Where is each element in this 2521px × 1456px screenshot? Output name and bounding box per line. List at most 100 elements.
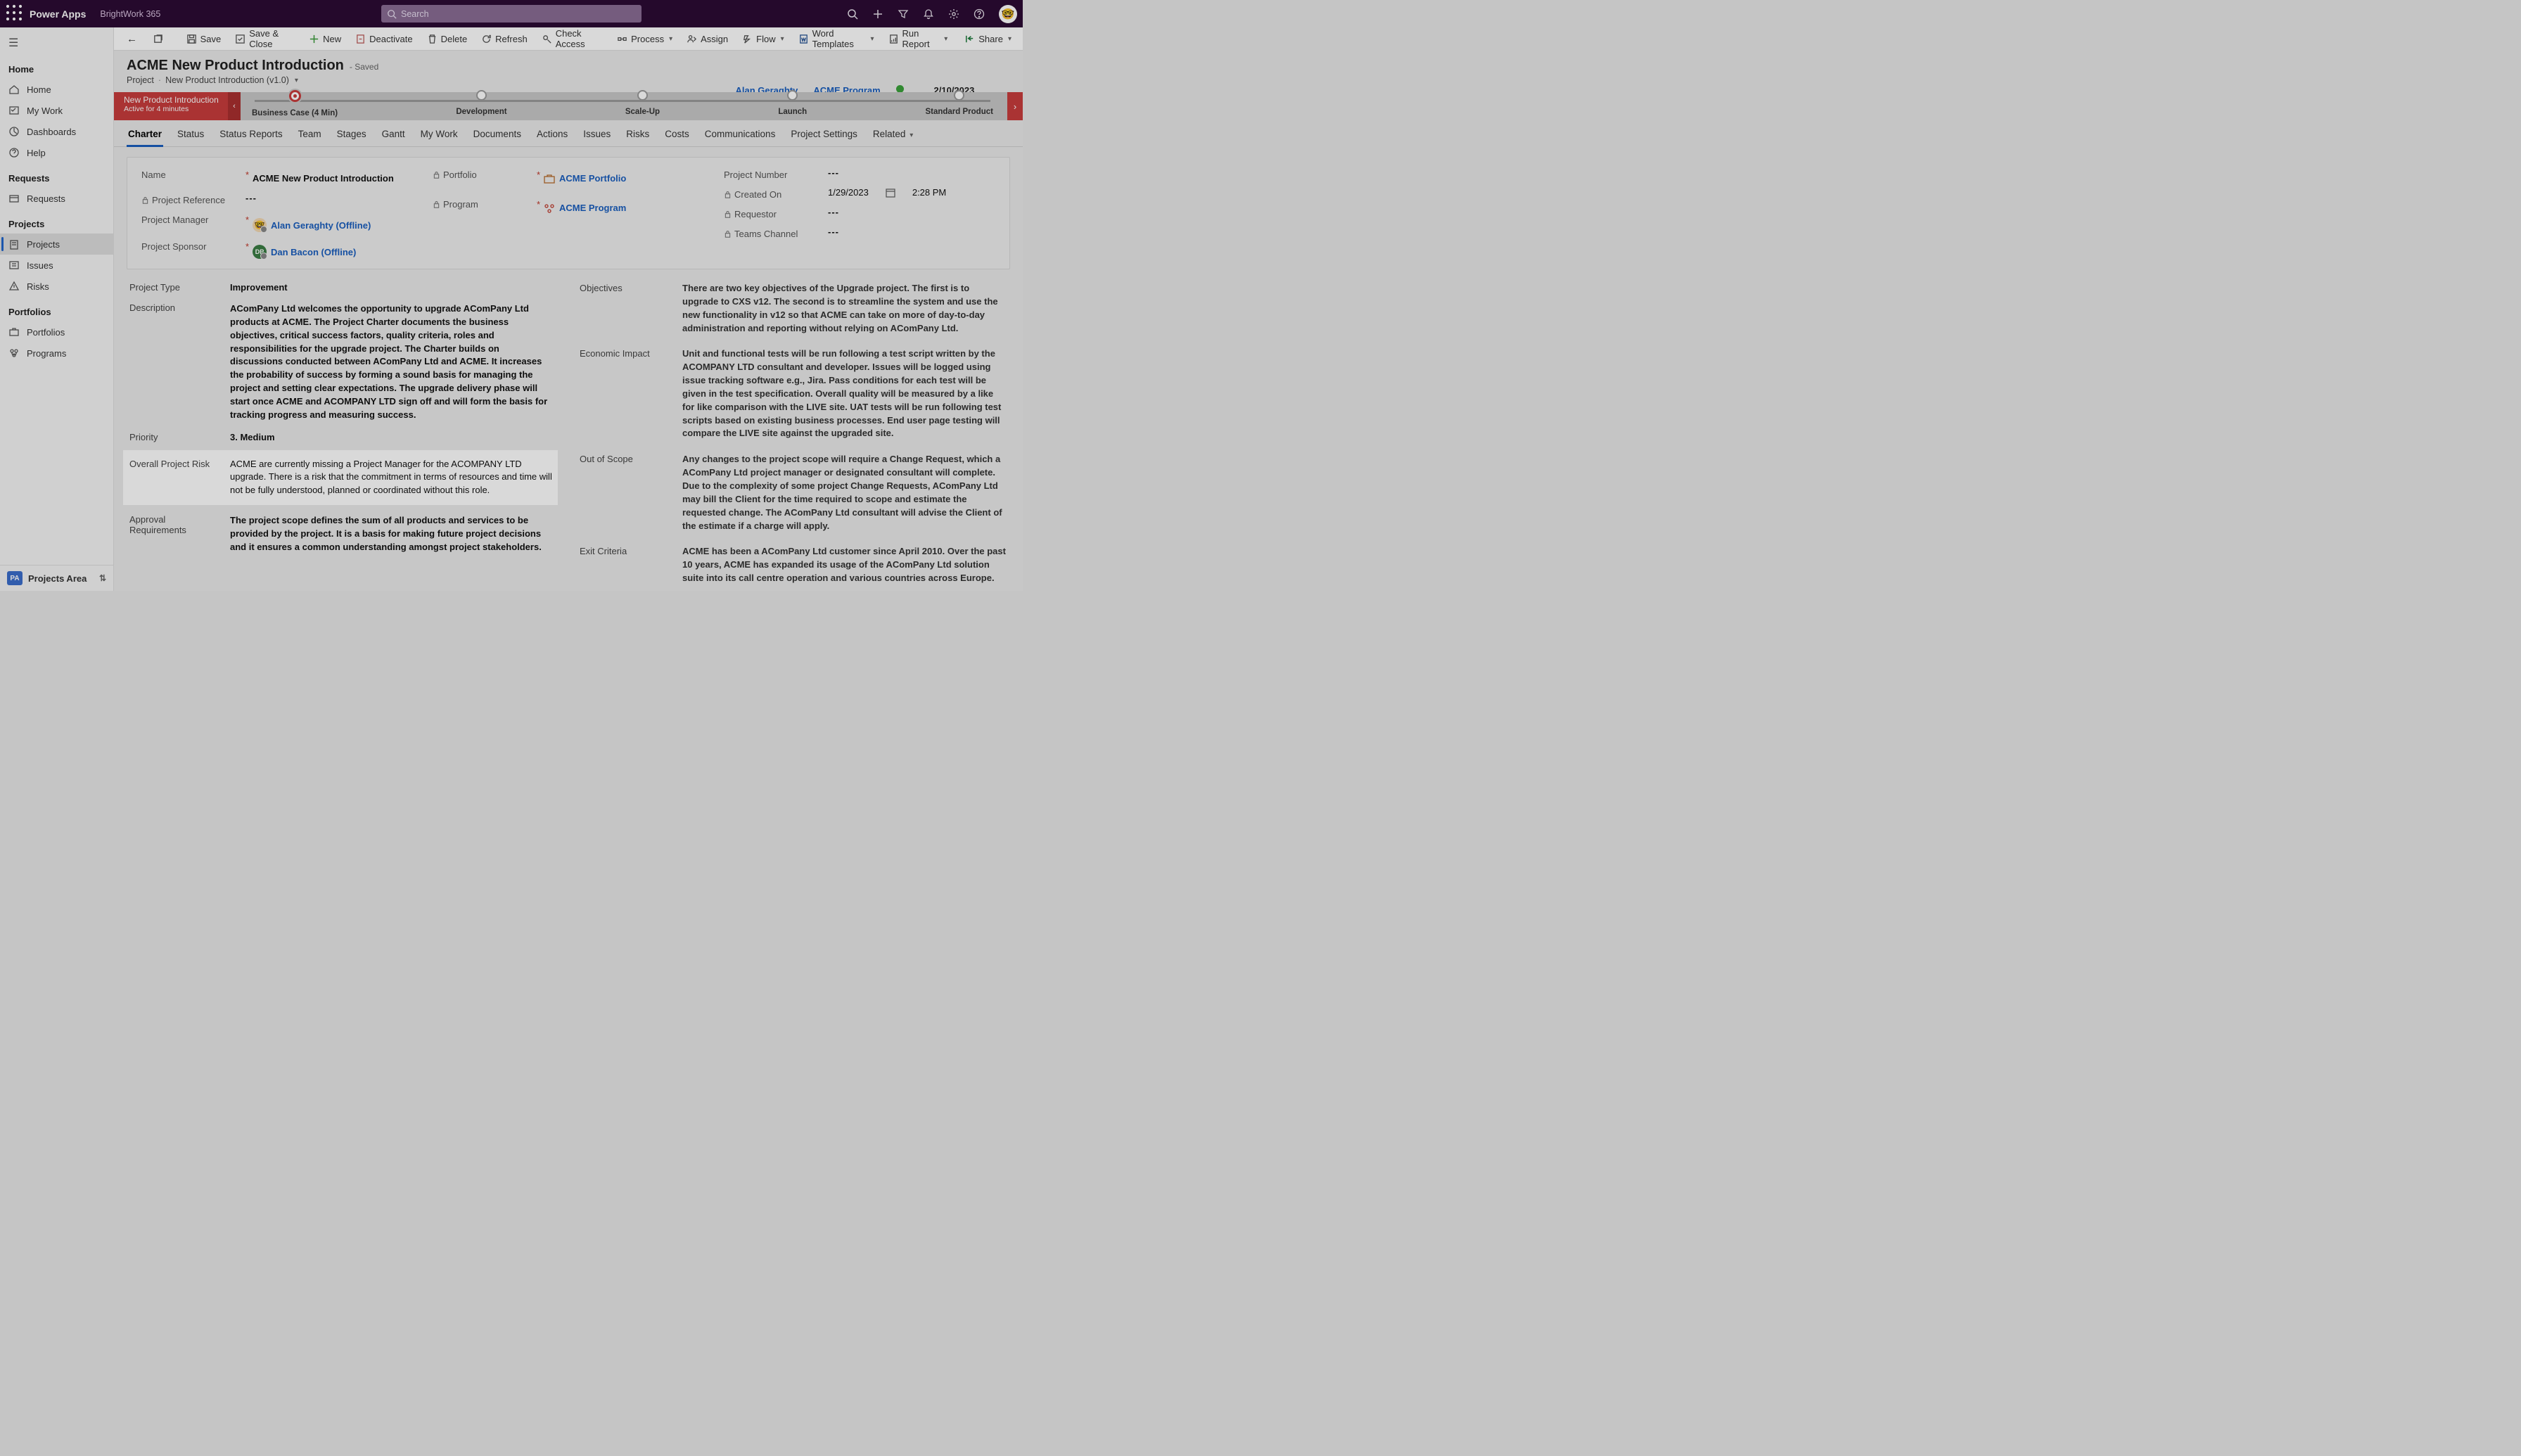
field-pm: Project Manager* 🤓 Alan Geraghty (Offlin… [141,212,413,232]
tab-gantt[interactable]: Gantt [381,124,407,146]
chevron-down-icon: ▾ [871,35,874,43]
field-sponsor: Project Sponsor* DP Dan Bacon (Offline) [141,239,413,259]
back-button[interactable]: ← [120,30,144,48]
field-overall-risk: Overall Project RiskACME are currently m… [124,451,557,505]
bpf-stage-2[interactable]: Development [456,95,506,117]
nav-help[interactable]: Help [0,142,113,163]
entity-name: Project [127,75,154,85]
area-label: Projects Area [28,573,87,584]
charter-summary-card: Name*ACME New Product Introduction Proje… [127,157,1010,269]
flow-button[interactable]: Flow▾ [736,31,789,47]
chevron-down-icon: ▾ [669,35,672,43]
tab-related[interactable]: Related ▾ [872,124,914,146]
tab-status-reports[interactable]: Status Reports [218,124,283,146]
field-portfolio: Portfolio* ACME Portfolio [433,167,704,186]
tab-documents[interactable]: Documents [472,124,523,146]
field-teams-channel: Teams Channel--- [724,226,995,239]
field-out-of-scope: Out of ScopeAny changes to the project s… [580,453,1007,532]
record-title: ACME New Product Introduction [127,58,344,74]
chevron-down-icon: ▾ [781,35,784,43]
gear-icon[interactable] [948,8,959,20]
tab-stages[interactable]: Stages [336,124,368,146]
nav-dashboards[interactable]: Dashboards [0,121,113,142]
environment-name[interactable]: BrightWork 365 [100,9,160,19]
lock-icon [724,191,732,198]
bpf-next-stage[interactable]: › [1007,92,1023,120]
form-selector[interactable]: New Product Introduction (v1.0) [165,75,289,85]
nav-section-projects: Projects [0,209,113,234]
chevron-down-icon: ▾ [910,132,913,139]
form-tabs: Charter Status Status Reports Team Stage… [114,120,1023,147]
nav-requests[interactable]: Requests [0,188,113,209]
tab-risks[interactable]: Risks [625,124,651,146]
command-bar: ← Save Save & Close New Deactivate Delet… [114,27,1023,51]
chevron-down-icon[interactable]: ▾ [295,77,298,84]
record-content: ← Save Save & Close New Deactivate Delet… [114,27,1023,591]
assign-button[interactable]: Assign [681,31,734,47]
field-reference: Project Reference--- [141,193,413,205]
tab-project-settings[interactable]: Project Settings [789,124,859,146]
tab-charter[interactable]: Charter [127,124,163,146]
refresh-button[interactable]: Refresh [476,31,533,47]
run-report-button[interactable]: Run Report▾ [883,25,954,52]
new-button[interactable]: New [303,31,347,47]
bpf-stage-3[interactable]: Scale-Up [625,95,660,117]
tab-status[interactable]: Status [176,124,205,146]
word-templates-button[interactable]: Word Templates▾ [793,25,880,52]
bpf-stage-1[interactable]: Business Case (4 Min) [252,95,338,117]
field-economic-impact: Economic ImpactUnit and functional tests… [580,347,1007,440]
nav-issues[interactable]: Issues [0,255,113,276]
field-project-number: Project Number--- [724,167,995,180]
chevron-updown-icon: ⇅ [99,573,106,583]
nav-collapse-toggle[interactable]: ☰ [0,32,113,54]
lock-icon [433,200,440,208]
area-badge: PA [7,571,23,585]
filter-icon[interactable] [898,8,909,20]
nav-projects[interactable]: Projects [0,234,113,255]
help-icon[interactable] [974,8,985,20]
search-icon[interactable] [847,8,858,20]
app-brand[interactable]: Power Apps [30,8,86,20]
tab-team[interactable]: Team [297,124,323,146]
check-access-button[interactable]: Check Access [536,25,608,52]
business-process-flow: New Product Introduction Active for 4 mi… [114,92,1023,120]
tab-communications[interactable]: Communications [703,124,777,146]
tab-mywork[interactable]: My Work [419,124,459,146]
nav-portfolios[interactable]: Portfolios [0,321,113,343]
field-created-on: Created On 1/29/2023 2:28 PM [724,187,995,200]
bpf-stage-5[interactable]: Standard Product [925,95,993,117]
bell-icon[interactable] [923,8,934,20]
lock-icon [433,171,440,179]
calendar-icon [886,188,895,198]
field-description: DescriptionAComPany Ltd welcomes the opp… [129,302,551,422]
open-new-window[interactable] [147,31,169,47]
nav-mywork[interactable]: My Work [0,100,113,121]
field-project-type: Project TypeImprovement [129,282,551,293]
portfolio-icon [544,174,555,184]
save-button[interactable]: Save [181,31,227,47]
bpf-current-stage[interactable]: New Product Introduction Active for 4 mi… [114,92,238,120]
tab-issues[interactable]: Issues [582,124,612,146]
plus-icon[interactable] [872,8,883,20]
global-search[interactable]: Search [381,5,642,23]
user-avatar[interactable]: 🤓 [999,5,1017,23]
bpf-stage-4[interactable]: Launch [778,95,807,117]
nav-section-portfolios: Portfolios [0,297,113,321]
app-topbar: Power Apps BrightWork 365 Search 🤓 [0,0,1023,27]
save-close-button[interactable]: Save & Close [229,25,300,52]
program-icon [544,203,555,213]
nav-risks[interactable]: Risks [0,276,113,297]
process-button[interactable]: Process▾ [611,31,678,47]
delete-button[interactable]: Delete [421,31,473,47]
area-switcher[interactable]: PA Projects Area ⇅ [0,565,113,591]
deactivate-button[interactable]: Deactivate [350,31,418,47]
share-button[interactable]: Share▾ [959,31,1017,47]
tab-actions[interactable]: Actions [535,124,569,146]
tab-costs[interactable]: Costs [663,124,691,146]
save-status: - Saved [350,62,378,72]
nav-home[interactable]: Home [0,79,113,100]
avatar-icon: DP [253,245,267,259]
waffle-button[interactable] [6,4,23,24]
record-header: ACME New Product Introduction - Saved Pr… [114,51,1023,88]
nav-programs[interactable]: Programs [0,343,113,364]
